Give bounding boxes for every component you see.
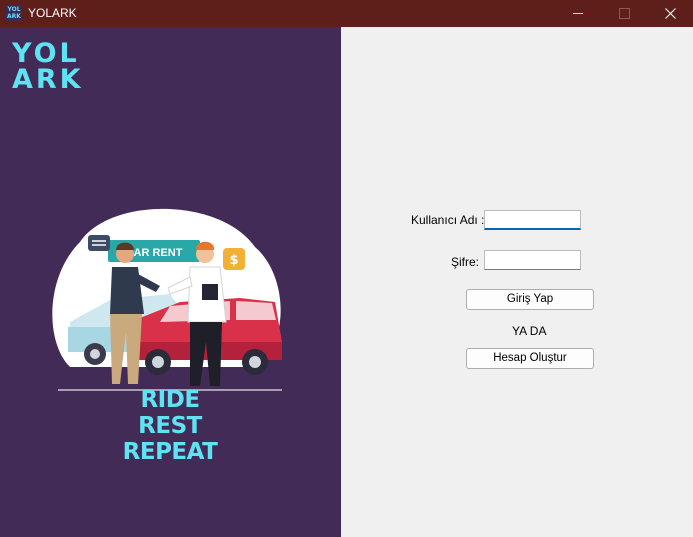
login-button[interactable]: Giriş Yap xyxy=(466,289,594,310)
tagline-line-2: REST xyxy=(138,413,202,439)
close-icon xyxy=(665,8,676,19)
branding-panel: YOL ARK CAR RENT $ RIDE REST REPEAT xyxy=(0,27,341,537)
maximize-button[interactable] xyxy=(601,0,647,27)
tagline: RIDE REST REPEAT xyxy=(100,387,240,465)
minimize-button[interactable] xyxy=(555,0,601,27)
tagline-line-1: RIDE xyxy=(140,387,200,413)
or-separator: YA DA xyxy=(512,324,547,338)
tagline-line-3: REPEAT xyxy=(122,439,218,465)
car-rental-illustration: CAR RENT $ xyxy=(52,208,282,391)
username-input[interactable] xyxy=(484,210,581,230)
password-input[interactable] xyxy=(484,250,581,270)
logo: YOL ARK xyxy=(12,40,84,95)
username-label: Kullanıcı Adı : xyxy=(411,213,485,227)
close-button[interactable] xyxy=(647,0,693,27)
create-account-button[interactable]: Hesap Oluştur xyxy=(466,348,594,369)
car-rent-sign: CAR RENT xyxy=(126,247,183,259)
title-bar: YOL ARK YOLARK xyxy=(0,0,693,27)
app-icon: YOL ARK xyxy=(6,5,22,21)
password-label: Şifre: xyxy=(451,255,480,269)
app-icon-text-bottom: ARK xyxy=(7,13,21,20)
app-icon-text-top: YOL xyxy=(7,6,21,13)
logo-line-2: ARK xyxy=(12,64,84,95)
window-title: YOLARK xyxy=(28,6,77,20)
dollar-badge: $ xyxy=(229,253,238,268)
